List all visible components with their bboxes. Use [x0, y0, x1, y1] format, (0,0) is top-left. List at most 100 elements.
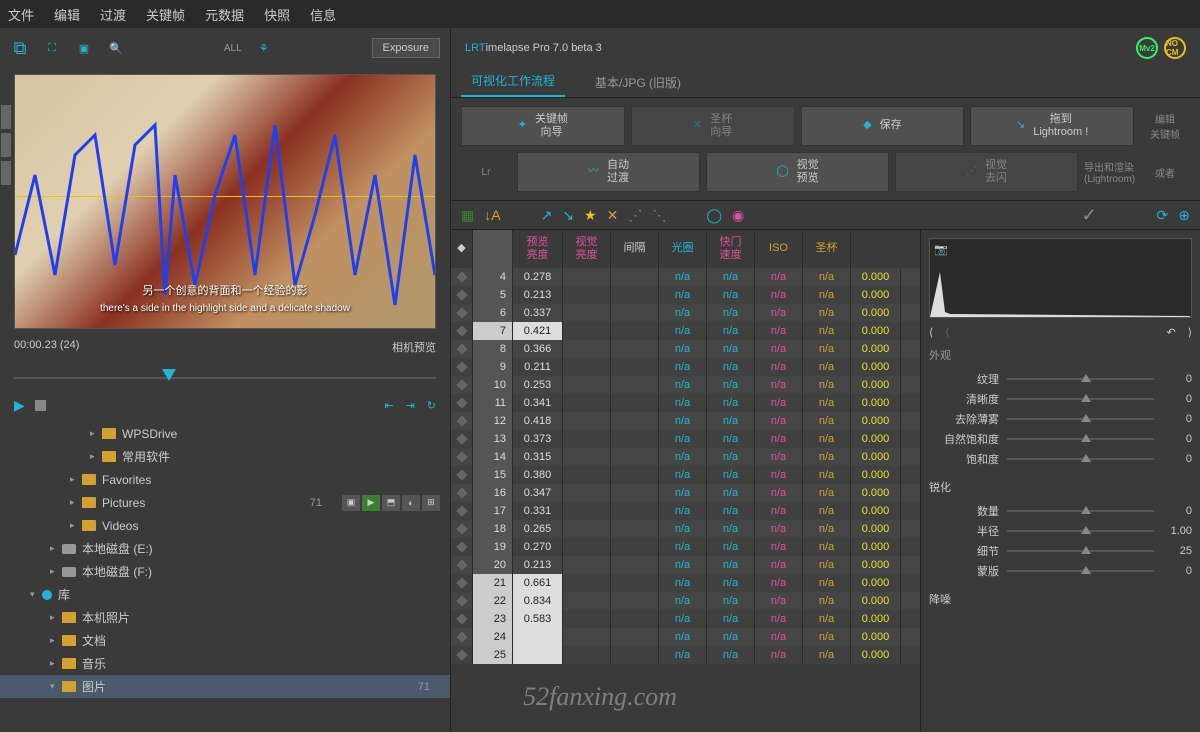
tree-item[interactable]: ▸本机照片: [0, 606, 450, 629]
table-row[interactable]: 130.373n/an/an/an/a0.000: [451, 430, 920, 448]
workflow-button[interactable]: ◯视觉预览: [706, 152, 889, 192]
slider[interactable]: 纹理0: [929, 369, 1192, 389]
table-header[interactable]: ISO: [755, 230, 803, 268]
table-row[interactable]: 210.661n/an/an/an/a0.000: [451, 574, 920, 592]
tree-item[interactable]: ▸Pictures71▣▶⬒◐⊞: [0, 491, 450, 514]
slider[interactable]: 数量0: [929, 501, 1192, 521]
slider[interactable]: 自然饱和度0: [929, 429, 1192, 449]
menu-元数据[interactable]: 元数据: [205, 5, 244, 24]
circle-icon[interactable]: ◯: [706, 207, 722, 224]
star-icon[interactable]: ★: [584, 207, 597, 224]
import-icon[interactable]: ↘: [562, 207, 574, 224]
table-row[interactable]: 220.834n/an/an/an/a0.000: [451, 592, 920, 610]
tree-item[interactable]: ▸常用软件: [0, 445, 450, 468]
table-header[interactable]: 圣杯: [803, 230, 851, 268]
table-row[interactable]: 140.315n/an/an/an/a0.000: [451, 448, 920, 466]
slider[interactable]: 细节25: [929, 541, 1192, 561]
table-row[interactable]: 190.270n/an/an/an/a0.000: [451, 538, 920, 556]
title-badge[interactable]: NO CM: [1164, 37, 1186, 59]
table-row[interactable]: 180.265n/an/an/an/a0.000: [451, 520, 920, 538]
tool2-icon[interactable]: ⋱: [652, 207, 666, 224]
check-icon[interactable]: ✓: [1081, 205, 1096, 226]
workflow-button[interactable]: ✦关键帧向导: [461, 106, 625, 146]
grid-icon[interactable]: ▦: [461, 207, 474, 224]
prev-icon[interactable]: ⟨: [929, 326, 933, 339]
preview-area[interactable]: 📷 另一个创意的背面和一个经验的影 there's a side in the …: [14, 74, 436, 329]
slider[interactable]: 蒙版0: [929, 561, 1192, 581]
select-icon[interactable]: ⛶: [42, 39, 62, 57]
shuffle-icon[interactable]: ✕: [607, 207, 619, 224]
table-header[interactable]: [473, 230, 513, 268]
table-row[interactable]: 110.341n/an/an/an/a0.000: [451, 394, 920, 412]
title-badge[interactable]: Mv2: [1136, 37, 1158, 59]
workflow-button[interactable]: ✕圣杯向导: [631, 106, 795, 146]
next-icon[interactable]: ⟩: [1188, 326, 1192, 339]
tree-item[interactable]: ▾库: [0, 583, 450, 606]
table-row[interactable]: 50.213n/an/an/an/a0.000: [451, 286, 920, 304]
workflow-button[interactable]: ◆保存: [801, 106, 965, 146]
frame-fwd-icon[interactable]: ⇥: [406, 399, 415, 412]
slider[interactable]: 半径1.00: [929, 521, 1192, 541]
table-row[interactable]: 170.331n/an/an/an/a0.000: [451, 502, 920, 520]
all-label[interactable]: ALL: [224, 43, 242, 54]
play-button[interactable]: ▶: [14, 397, 25, 414]
exposure-button[interactable]: Exposure: [372, 38, 440, 58]
refresh-icon[interactable]: ↻: [427, 399, 436, 412]
tree-item[interactable]: ▸WPSDrive: [0, 422, 450, 445]
table-row[interactable]: 24n/an/an/an/a0.000: [451, 628, 920, 646]
table-header[interactable]: 光圈: [659, 230, 707, 268]
tree-item[interactable]: ▸本地磁盘 (E:): [0, 537, 450, 560]
table-header[interactable]: 预览亮度: [513, 230, 563, 268]
search-icon[interactable]: 🔍: [106, 39, 126, 57]
table-header[interactable]: 快门速度: [707, 230, 755, 268]
tree-item[interactable]: ▸Favorites: [0, 468, 450, 491]
tab[interactable]: 可视化工作流程: [461, 66, 565, 97]
table-row[interactable]: 230.583n/an/an/an/a0.000: [451, 610, 920, 628]
menu-文件[interactable]: 文件: [8, 5, 34, 24]
table-header[interactable]: ◆: [451, 230, 473, 268]
circle2-icon[interactable]: ◉: [732, 207, 744, 224]
workflow-button[interactable]: ⋰视觉去闪: [895, 152, 1078, 192]
data-table[interactable]: ◆ 预览亮度视觉亮度间隔光圈快门速度ISO圣杯 40.278n/an/an/an/…: [451, 230, 920, 732]
tab[interactable]: 基本/JPG (旧版): [585, 68, 691, 97]
tree-item[interactable]: ▸Videos: [0, 514, 450, 537]
slider[interactable]: 清晰度0: [929, 389, 1192, 409]
dna-icon[interactable]: ⚘: [254, 39, 274, 57]
tool1-icon[interactable]: ⋰: [628, 207, 642, 224]
stop-button[interactable]: [35, 400, 46, 411]
tree-item[interactable]: ▸文档: [0, 629, 450, 652]
menu-编辑[interactable]: 编辑: [54, 5, 80, 24]
menu-关键帧[interactable]: 关键帧: [146, 5, 185, 24]
prev2-icon[interactable]: ⟨: [945, 326, 949, 339]
undo-icon[interactable]: ↶: [1166, 326, 1175, 339]
table-row[interactable]: 70.421n/an/an/an/a0.000: [451, 322, 920, 340]
slider[interactable]: 饱和度0: [929, 449, 1192, 469]
table-row[interactable]: 200.213n/an/an/an/a0.000: [451, 556, 920, 574]
tree-item[interactable]: ▾图片71: [0, 675, 450, 698]
sort-icon[interactable]: ↓A: [484, 207, 500, 223]
tree-item[interactable]: ▸本地磁盘 (F:): [0, 560, 450, 583]
reload-icon[interactable]: ⟳: [1157, 207, 1169, 224]
frame-back-icon[interactable]: ⇤: [384, 399, 393, 412]
download-icon[interactable]: ⊕: [1178, 207, 1190, 224]
table-row[interactable]: 40.278n/an/an/an/a0.000: [451, 268, 920, 286]
table-row[interactable]: 80.366n/an/an/an/a0.000: [451, 340, 920, 358]
menu-过渡[interactable]: 过渡: [100, 5, 126, 24]
table-row[interactable]: 60.337n/an/an/an/a0.000: [451, 304, 920, 322]
export-icon[interactable]: ↗: [541, 207, 553, 224]
workflow-button[interactable]: 〰自动过渡: [517, 152, 700, 192]
slider[interactable]: 去除薄雾0: [929, 409, 1192, 429]
table-row[interactable]: 120.418n/an/an/an/a0.000: [451, 412, 920, 430]
table-header[interactable]: 间隔: [611, 230, 659, 268]
timeline-slider[interactable]: [14, 363, 436, 389]
tree-item[interactable]: ▸音乐: [0, 652, 450, 675]
table-header[interactable]: 视觉亮度: [563, 230, 611, 268]
image-icon[interactable]: ▣: [74, 39, 94, 57]
table-row[interactable]: 150.380n/an/an/an/a0.000: [451, 466, 920, 484]
table-row[interactable]: 90.211n/an/an/an/a0.000: [451, 358, 920, 376]
table-row[interactable]: 160.347n/an/an/an/a0.000: [451, 484, 920, 502]
table-row[interactable]: 100.253n/an/an/an/a0.000: [451, 376, 920, 394]
menu-信息[interactable]: 信息: [310, 5, 336, 24]
table-row[interactable]: 25n/an/an/an/a0.000: [451, 646, 920, 664]
workflow-button[interactable]: ↘拖到Lightroom !: [970, 106, 1134, 146]
